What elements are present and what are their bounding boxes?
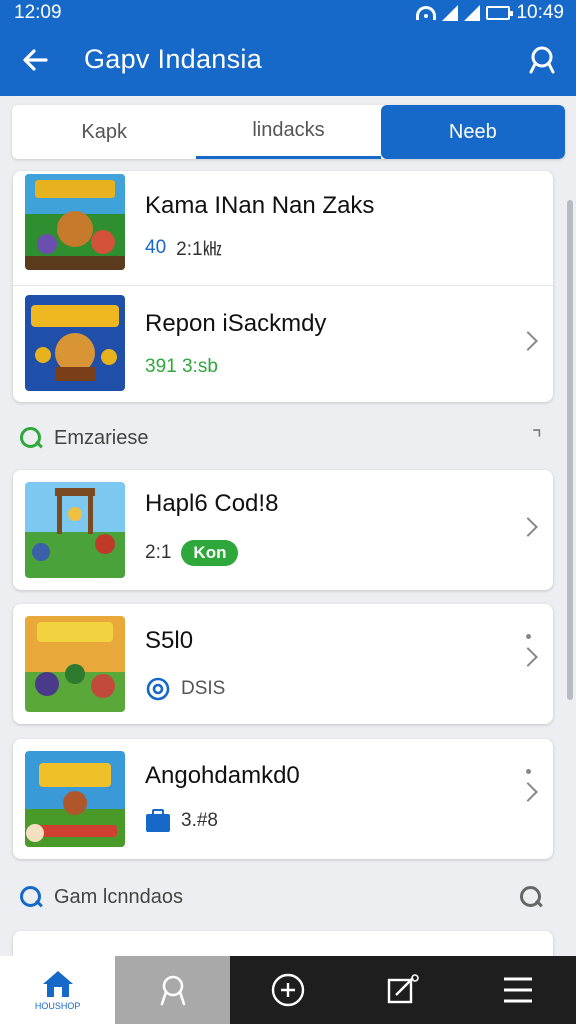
tab-kapk[interactable]: Kapk: [12, 105, 196, 159]
more-dot-icon: [526, 634, 531, 639]
item-title: S5l0: [145, 627, 194, 654]
signal-icon-2: [464, 5, 481, 21]
battery-icon: [486, 6, 514, 20]
item-meta-b: 2:1㎑: [176, 239, 222, 260]
app-bar: Gapv Indansia: [0, 26, 576, 96]
item-title: Repon iSackmdy: [145, 310, 327, 337]
more-dot-icon: [526, 769, 531, 774]
edit-icon: [388, 974, 420, 1004]
item-meta-value: 2:1: [145, 542, 172, 563]
item-title: Hapl6 Cod!8: [145, 490, 279, 517]
list-item[interactable]: Angohdamkd0 3.#8: [13, 739, 553, 859]
item-meta: 3.#8: [145, 809, 218, 833]
item-title: Angohdamkd0: [145, 762, 300, 789]
add-circle-icon: [271, 973, 305, 1007]
wifi-icon: [416, 6, 437, 20]
sync-icon: [146, 677, 170, 701]
status-icons: 10:49: [416, 2, 564, 24]
nav-menu[interactable]: [461, 956, 576, 1024]
game-thumbnail: [25, 174, 125, 270]
status-badge: Kon: [181, 540, 239, 566]
tab-lindacks[interactable]: lindacks: [196, 105, 381, 159]
ribbon-icon: [160, 975, 186, 1006]
status-time: 12:09: [14, 2, 62, 23]
home-icon: [42, 971, 73, 997]
chevron-right-icon[interactable]: [518, 331, 538, 351]
search-icon: [20, 427, 42, 449]
back-arrow-icon[interactable]: [18, 42, 54, 78]
nav-home-label: HOUSHOP: [34, 1001, 81, 1011]
list-item[interactable]: Kama INan Nan Zaks 40 2:1㎑: [13, 171, 553, 286]
game-thumbnail: [25, 616, 125, 712]
nav-add[interactable]: [230, 956, 345, 1024]
list-item[interactable]: Repon iSackmdy 391 3:sb: [13, 286, 553, 401]
game-thumbnail: [25, 482, 125, 578]
item-meta: 40 2:1㎑: [145, 234, 222, 261]
bottom-navigation: HOUSHOP: [0, 956, 576, 1024]
game-group-card: Kama INan Nan Zaks 40 2:1㎑ Repon iSackmd…: [13, 171, 553, 402]
item-meta-a: 391 3:sb: [145, 356, 218, 377]
nav-home[interactable]: HOUSHOP: [0, 956, 116, 1024]
game-thumbnail: [25, 295, 125, 391]
tab-bar: Kapk lindacks Neeb: [12, 105, 565, 159]
item-meta: DSIS: [145, 676, 225, 702]
briefcase-icon: [146, 809, 170, 832]
chevron-right-icon[interactable]: [518, 782, 538, 802]
status-time-right: 10:49: [516, 2, 564, 23]
signal-icon: [442, 5, 459, 21]
item-meta: 2:1 Kon: [145, 540, 239, 566]
section-header: Emzariese ⌝: [20, 418, 550, 458]
item-title: Kama INan Nan Zaks: [145, 192, 375, 219]
nav-edit[interactable]: [346, 956, 461, 1024]
item-meta-a: 40: [145, 236, 167, 258]
status-bar: 12:09 10:49: [0, 0, 576, 26]
menu-icon: [504, 977, 533, 1003]
item-meta: 391 3:sb: [145, 356, 218, 378]
search-icon: [20, 886, 42, 908]
section-header: Gam lcnndaos: [20, 877, 550, 917]
section-label: Gam lcnndaos: [54, 885, 183, 908]
item-meta-value: 3.#8: [181, 810, 218, 831]
tab-neeb[interactable]: Neeb: [380, 105, 565, 159]
scrollbar[interactable]: [567, 200, 573, 700]
page-title: Gapv Indansia: [84, 44, 263, 74]
search-icon[interactable]: [524, 42, 560, 78]
list-item[interactable]: Hapl6 Cod!8 2:1 Kon: [13, 470, 553, 590]
search-icon[interactable]: [520, 886, 542, 908]
chevron-right-icon[interactable]: [518, 647, 538, 667]
collapse-icon[interactable]: ⌝: [532, 426, 542, 452]
chevron-right-icon[interactable]: [518, 517, 538, 537]
item-meta-value: DSIS: [181, 678, 226, 699]
nav-bookmark[interactable]: [115, 956, 231, 1024]
section-label: Emzariese: [54, 426, 149, 449]
game-thumbnail: [25, 751, 125, 847]
list-item[interactable]: S5l0 DSIS: [13, 604, 553, 724]
